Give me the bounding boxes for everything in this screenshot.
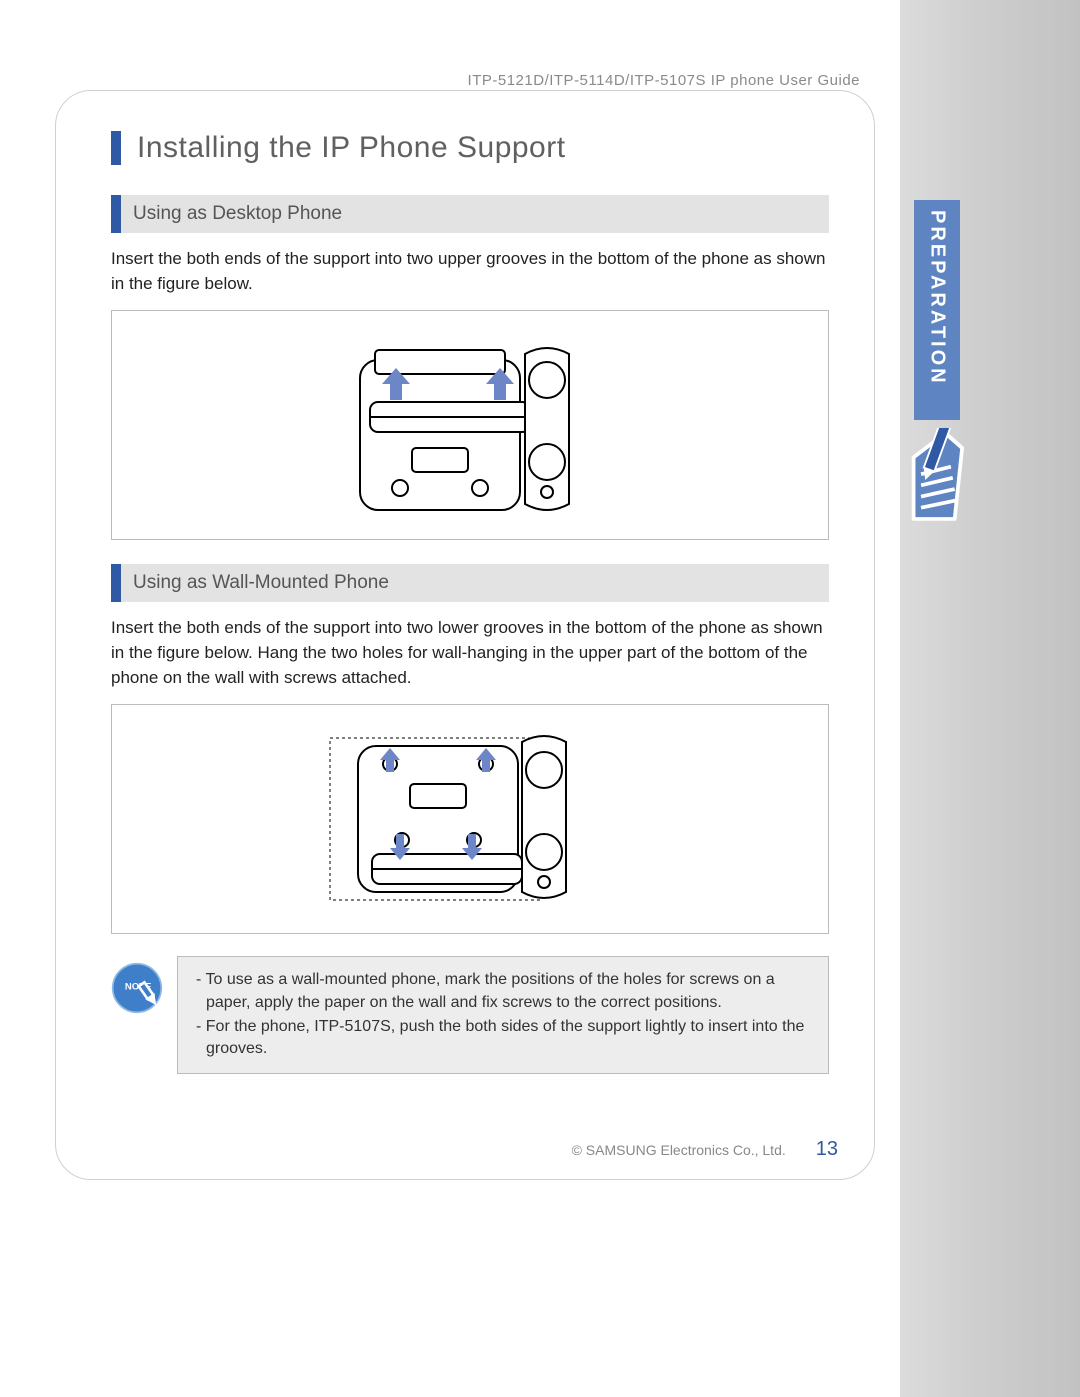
copyright-text: © SAMSUNG Electronics Co., Ltd. bbox=[572, 1142, 786, 1158]
page-number: 13 bbox=[816, 1138, 838, 1161]
page-footer: © SAMSUNG Electronics Co., Ltd. 13 bbox=[56, 1138, 874, 1161]
subheading-desktop: Using as Desktop Phone bbox=[111, 195, 829, 233]
note-icon: NOTE bbox=[111, 962, 163, 1014]
page-title: Installing the IP Phone Support bbox=[111, 131, 829, 165]
paragraph-desktop: Insert the both ends of the support into… bbox=[111, 247, 829, 296]
section-tab-preparation: PREPARATION bbox=[914, 200, 960, 420]
paragraph-wallmount: Insert the both ends of the support into… bbox=[111, 616, 829, 690]
figure-wallmount-install bbox=[111, 704, 829, 934]
figure-desktop-install bbox=[111, 310, 829, 540]
phone-support-upper-illustration bbox=[310, 330, 630, 520]
note-block: NOTE - To use as a wall-mounted phone, m… bbox=[111, 956, 829, 1074]
document-header: ITP-5121D/ITP-5114D/ITP-5107S IP phone U… bbox=[0, 72, 900, 89]
subheading-wallmount: Using as Wall-Mounted Phone bbox=[111, 564, 829, 602]
note-line-2: - For the phone, ITP-5107S, push the bot… bbox=[192, 1016, 814, 1061]
note-line-1: - To use as a wall-mounted phone, mark t… bbox=[192, 969, 814, 1014]
note-text: - To use as a wall-mounted phone, mark t… bbox=[177, 956, 829, 1074]
phone-support-lower-illustration bbox=[300, 724, 640, 914]
content-frame: Installing the IP Phone Support Using as… bbox=[55, 90, 875, 1180]
